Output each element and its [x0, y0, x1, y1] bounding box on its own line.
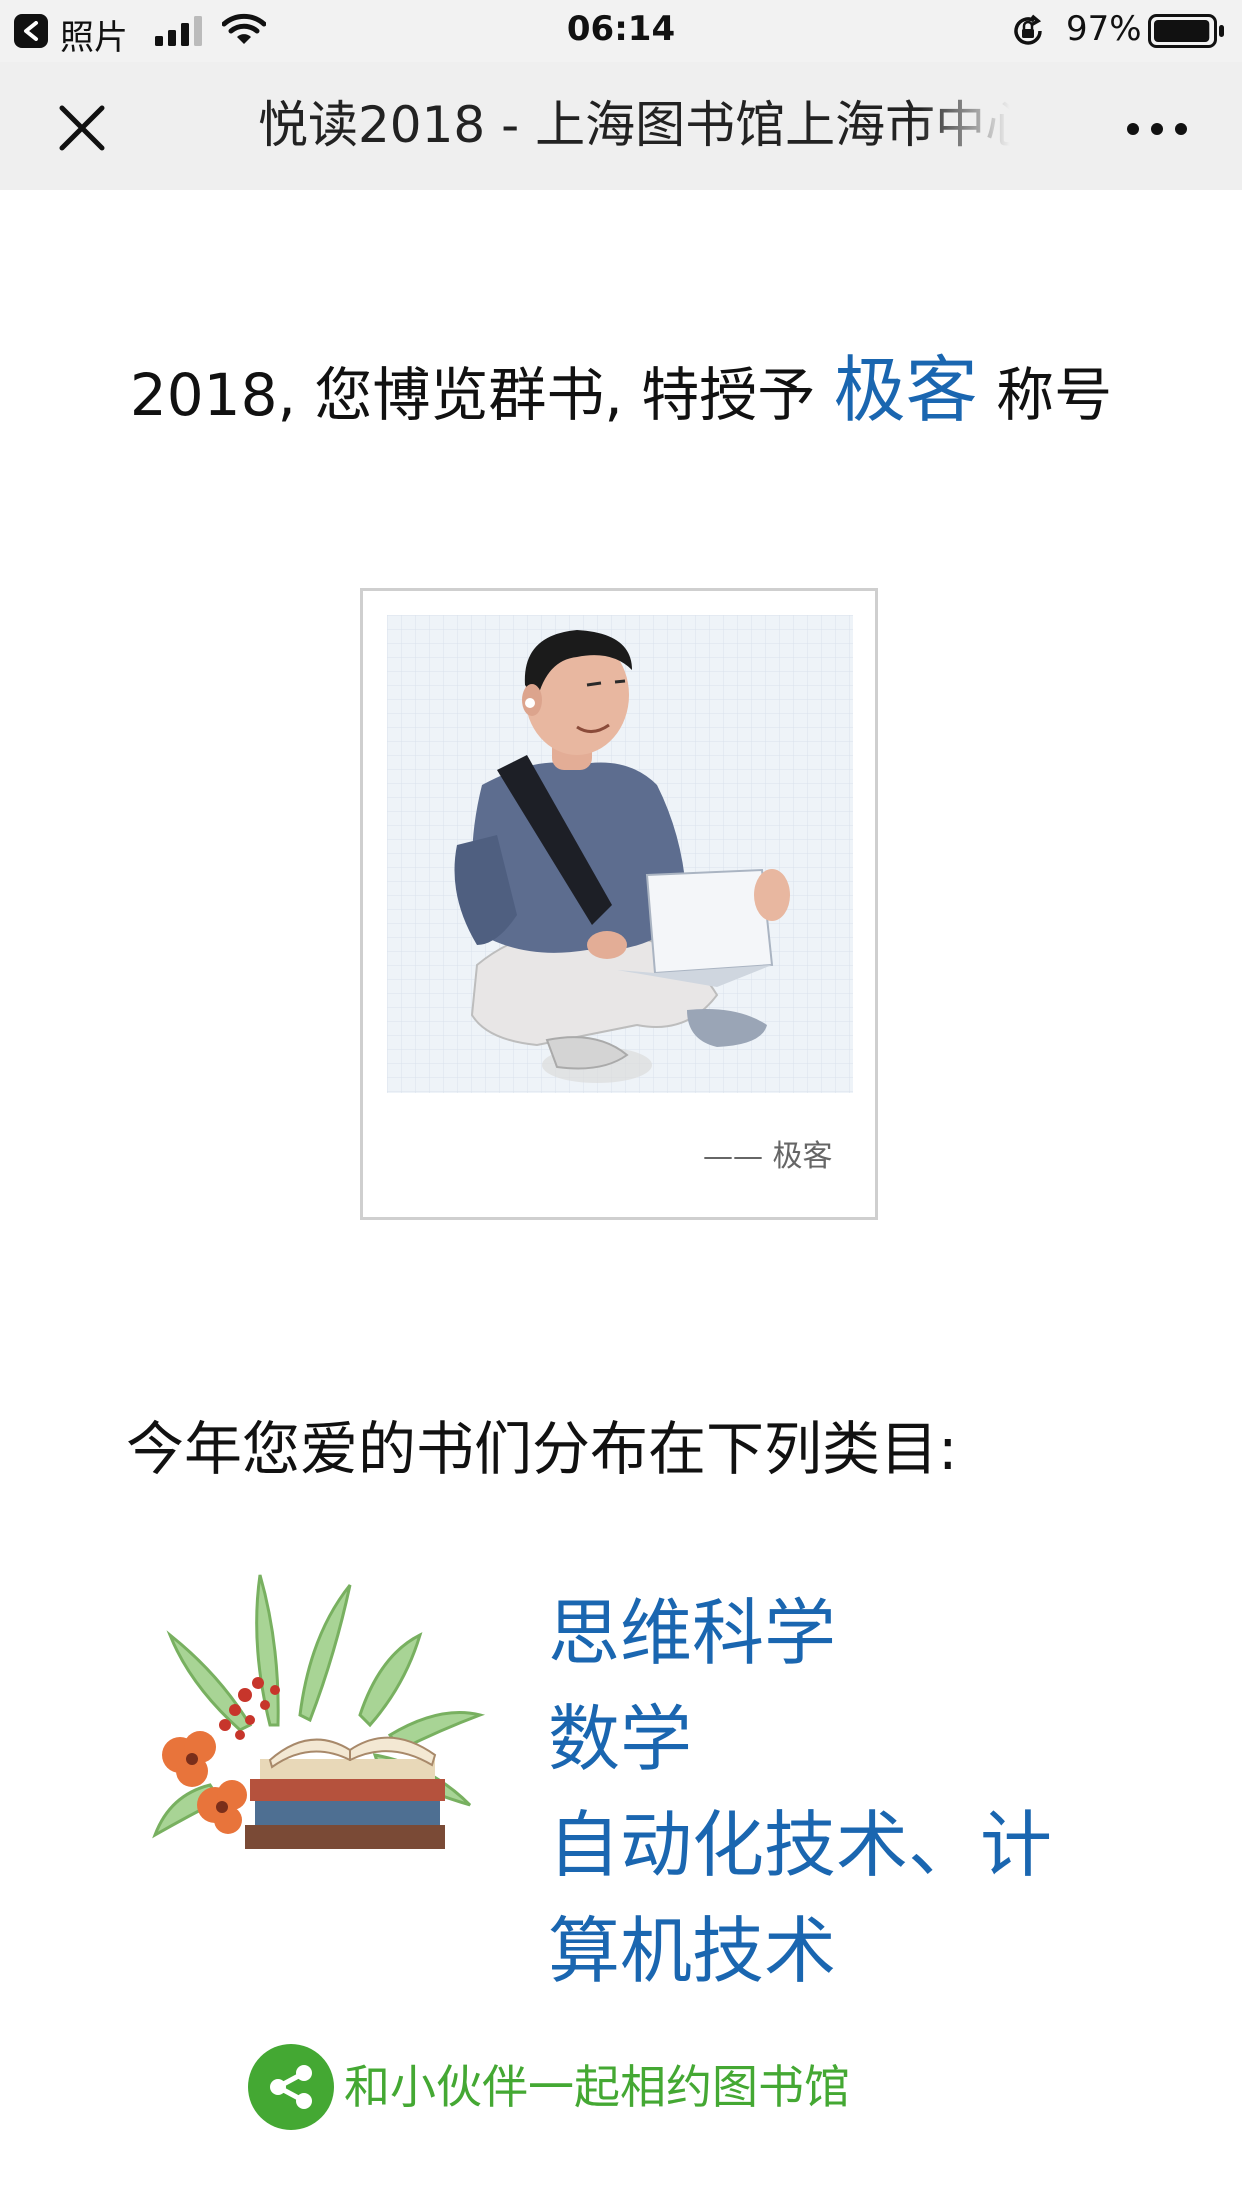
headline-suffix: 称号: [996, 361, 1113, 429]
nav-bar: 悦读2018 - 上海图书馆上海市中心图书馆: [0, 62, 1242, 190]
more-icon[interactable]: [1126, 122, 1188, 136]
geek-illustration: [387, 615, 853, 1093]
category-item: 算机技术: [548, 1909, 837, 1993]
battery-fill: [1154, 20, 1210, 42]
status-bar: 照片 06:14 97%: [0, 0, 1242, 62]
page-title: 悦读2018 - 上海图书馆上海市中心图书馆: [258, 96, 1010, 154]
category-list: 思维科学 数学 自动化技术、计 算机技术: [548, 1580, 1068, 2004]
title-award: 极客: [833, 348, 978, 432]
award-headline: 2018, 您博览群书, 特授予 极客 称号: [0, 340, 1242, 445]
share-icon[interactable]: [248, 2044, 334, 2130]
books-flowers-illustration: [152, 1574, 486, 1849]
orientation-lock-icon: [1014, 14, 1042, 45]
card-signature: —— 极客: [703, 1139, 833, 1174]
headline-prefix: 2018, 您博览群书, 特授予: [129, 361, 816, 429]
category-item: 数学: [548, 1697, 693, 1781]
battery-percent: 97%: [1066, 9, 1142, 49]
award-card: —— 极客: [360, 588, 878, 1220]
categories-title: 今年您爱的书们分布在下列类目:: [126, 1415, 958, 1483]
battery-icon: [1148, 14, 1224, 48]
clock: 06:14: [566, 9, 676, 49]
category-item: 自动化技术、计: [548, 1803, 1053, 1887]
category-item: 思维科学: [548, 1591, 837, 1675]
close-icon[interactable]: [56, 102, 108, 154]
share-label[interactable]: 和小伙伴一起相约图书馆: [344, 2054, 850, 2120]
